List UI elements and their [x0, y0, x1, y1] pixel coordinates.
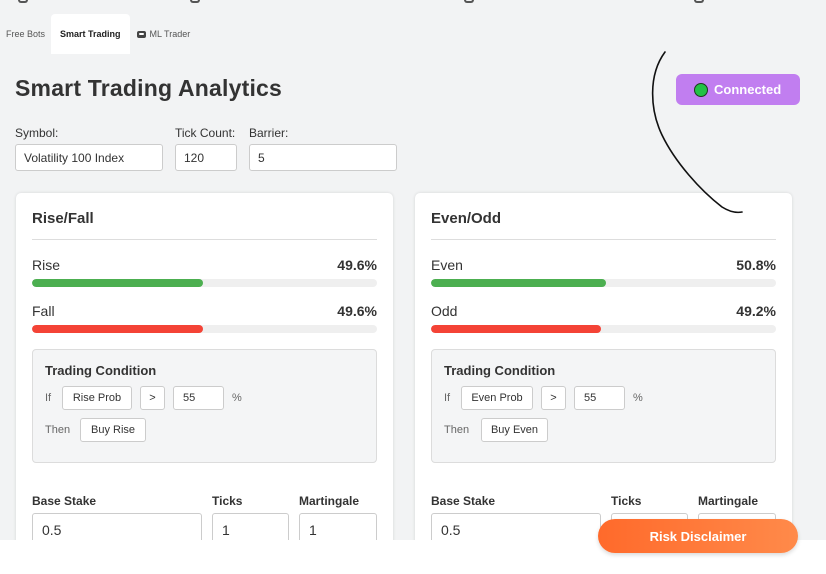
- odd-bar-fill: [431, 325, 601, 333]
- tab-label: Smart Trading: [60, 29, 121, 39]
- then-label: Then: [444, 424, 470, 436]
- condition-threshold-input[interactable]: 55: [574, 386, 625, 410]
- even-odd-card: Even/Odd Even 50.8% Odd 49.2% Trading Co…: [415, 193, 792, 553]
- divider: [32, 239, 377, 240]
- if-label: If: [444, 392, 451, 404]
- tab-label: Free Bots: [6, 29, 46, 39]
- tab-label: ML Trader: [149, 29, 191, 39]
- fall-bar-fill: [32, 325, 204, 333]
- nav-icon[interactable]: [190, 0, 200, 3]
- condition-action-select[interactable]: Buy Even: [481, 418, 548, 442]
- condition-title: Trading Condition: [444, 363, 556, 378]
- martingale-label: Martingale: [698, 494, 759, 508]
- nav-icon[interactable]: [694, 0, 704, 3]
- condition-operator-select[interactable]: >: [541, 386, 566, 410]
- symbol-label: Symbol:: [15, 126, 59, 140]
- barrier-input[interactable]: 5: [249, 144, 397, 171]
- rise-bar-fill: [32, 279, 204, 287]
- martingale-label: Martingale: [299, 494, 360, 508]
- connection-status-badge[interactable]: Connected: [676, 74, 800, 105]
- odd-value: 49.2%: [736, 303, 776, 319]
- trading-condition-panel: Trading Condition If Even Prob > 55 % Th…: [431, 349, 776, 463]
- page-title: Smart Trading Analytics: [15, 75, 283, 101]
- condition-action-select[interactable]: Buy Rise: [80, 418, 146, 442]
- fall-label: Fall: [32, 303, 55, 319]
- rise-value: 49.6%: [337, 257, 377, 273]
- fall-value: 49.6%: [337, 303, 377, 319]
- even-label: Even: [431, 257, 463, 273]
- nav-icon[interactable]: [18, 0, 28, 3]
- tab-smart-trading[interactable]: Smart Trading: [51, 14, 130, 54]
- ticks-label: Ticks: [212, 494, 243, 508]
- card-title: Rise/Fall: [32, 210, 94, 227]
- tab-bar: Free Bots Smart Trading ML Trader: [0, 14, 196, 54]
- base-stake-label: Base Stake: [431, 494, 496, 508]
- odd-progress-bar: [431, 325, 776, 333]
- divider: [431, 239, 776, 240]
- ml-trader-icon: [136, 29, 147, 39]
- risk-disclaimer-button[interactable]: Risk Disclaimer: [598, 519, 798, 553]
- condition-threshold-input[interactable]: 55: [173, 386, 224, 410]
- tab-ml-trader[interactable]: ML Trader: [130, 14, 197, 54]
- nav-icon[interactable]: [464, 0, 474, 3]
- even-value: 50.8%: [736, 257, 776, 273]
- barrier-label: Barrier:: [249, 126, 289, 140]
- tab-free-bots[interactable]: Free Bots: [0, 14, 51, 54]
- rise-label: Rise: [32, 257, 61, 273]
- rise-fall-card: Rise/Fall Rise 49.6% Fall 49.6% Trading …: [16, 193, 393, 553]
- condition-operator-select[interactable]: >: [140, 386, 165, 410]
- status-dot-icon: [694, 82, 708, 97]
- condition-metric-select[interactable]: Rise Prob: [62, 386, 132, 410]
- connection-status-label: Connected: [714, 82, 782, 97]
- base-stake-label: Base Stake: [32, 494, 97, 508]
- even-bar-fill: [431, 279, 607, 287]
- percent-unit: %: [633, 392, 643, 404]
- symbol-select[interactable]: Volatility 100 Index: [15, 144, 163, 171]
- if-label: If: [45, 392, 52, 404]
- trading-condition-panel: Trading Condition If Rise Prob > 55 % Th…: [32, 349, 377, 463]
- tick-count-input[interactable]: 120: [175, 144, 237, 171]
- card-title: Even/Odd: [431, 210, 502, 227]
- ticks-label: Ticks: [611, 494, 642, 508]
- even-progress-bar: [431, 279, 776, 287]
- condition-metric-select[interactable]: Even Prob: [461, 386, 533, 410]
- condition-title: Trading Condition: [45, 363, 157, 378]
- odd-label: Odd: [431, 303, 458, 319]
- rise-progress-bar: [32, 279, 377, 287]
- percent-unit: %: [232, 392, 242, 404]
- tick-count-label: Tick Count:: [175, 126, 236, 140]
- then-label: Then: [45, 424, 71, 436]
- fall-progress-bar: [32, 325, 377, 333]
- top-nav-strip: [0, 0, 826, 8]
